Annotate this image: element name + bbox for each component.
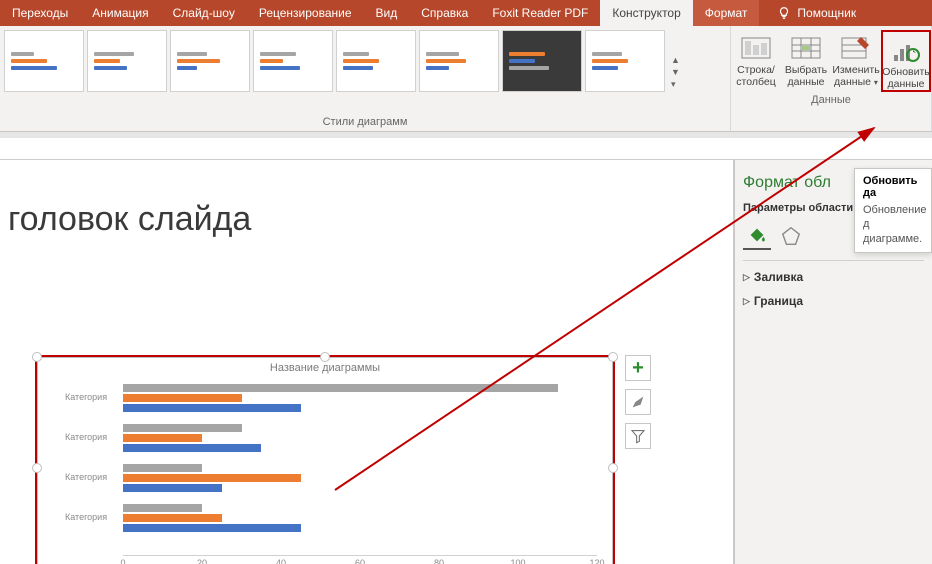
select-data-button[interactable]: Выбратьданные <box>781 30 831 92</box>
group-chart-styles: ▲▼▾ Стили диаграмм <box>0 26 731 131</box>
tab-animation[interactable]: Анимация <box>80 0 160 26</box>
tab-transitions[interactable]: Переходы <box>0 0 80 26</box>
chart-bar[interactable] <box>123 484 222 492</box>
chart-category-label: Категория <box>65 472 107 482</box>
chart-category-row: Категория <box>123 420 597 456</box>
chart-style-thumb[interactable] <box>585 30 665 92</box>
chevron-down-icon: ▾ <box>874 78 878 87</box>
chart-style-thumb[interactable] <box>336 30 416 92</box>
slide-canvas[interactable]: головок слайда Название диаграммы Катего… <box>0 160 734 564</box>
edit-data-icon <box>840 34 872 62</box>
chart-x-tick: 100 <box>510 558 525 564</box>
refresh-data-tooltip: Обновить да Обновление ддиаграмме. <box>854 168 932 253</box>
chart-x-tick: 0 <box>120 558 125 564</box>
styles-gallery-more[interactable]: ▲▼▾ <box>668 30 683 114</box>
chart-styles-button[interactable] <box>625 389 651 415</box>
chart-bar[interactable] <box>123 474 301 482</box>
chart-bar[interactable] <box>123 504 202 512</box>
chart-style-thumb[interactable] <box>4 30 84 92</box>
tab-help[interactable]: Справка <box>409 0 480 26</box>
switch-row-column-button[interactable]: Строка/столбец <box>731 30 781 92</box>
tab-foxit[interactable]: Foxit Reader PDF <box>480 0 600 26</box>
chart-bar[interactable] <box>123 434 202 442</box>
edit-data-button[interactable]: Изменитьданные ▾ <box>831 30 881 92</box>
group-title-data: Данные <box>731 92 931 109</box>
tab-review[interactable]: Рецензирование <box>247 0 364 26</box>
tell-me-helper[interactable]: Помощник <box>765 0 868 26</box>
effects-tab[interactable] <box>777 222 805 250</box>
chart-category-label: Категория <box>65 512 107 522</box>
paint-bucket-icon <box>746 224 768 246</box>
fill-line-tab[interactable] <box>743 222 771 250</box>
lightbulb-icon <box>777 6 791 20</box>
section-fill[interactable]: Заливка <box>743 265 924 289</box>
switch-row-column-icon <box>740 34 772 62</box>
chart-x-tick: 80 <box>434 558 444 564</box>
chart-style-thumb[interactable] <box>87 30 167 92</box>
chart-category-label: Категория <box>65 432 107 442</box>
ribbon-tabs: Переходы Анимация Слайд-шоу Рецензирован… <box>0 0 932 26</box>
chart-bar[interactable] <box>123 444 261 452</box>
group-title-styles: Стили диаграмм <box>0 114 730 131</box>
chart-category-row: Категория <box>123 380 597 416</box>
chart-x-tick: 20 <box>197 558 207 564</box>
tab-designer[interactable]: Конструктор <box>600 0 692 26</box>
tab-slideshow[interactable]: Слайд-шоу <box>161 0 247 26</box>
section-border[interactable]: Граница <box>743 289 924 313</box>
chart-title[interactable]: Название диаграммы <box>38 362 612 374</box>
refresh-data-button[interactable]: Обновитьданные <box>881 30 931 92</box>
funnel-icon <box>630 428 646 444</box>
chart-style-thumb[interactable] <box>502 30 582 92</box>
chart-x-tick: 40 <box>276 558 286 564</box>
group-data: Строка/столбец Выбратьданные Изменитьдан… <box>731 26 932 131</box>
chart-floating-tools: + <box>625 355 651 449</box>
chart-bar[interactable] <box>123 404 301 412</box>
chart-filter-button[interactable] <box>625 423 651 449</box>
tab-format[interactable]: Формат <box>693 0 760 26</box>
refresh-data-icon <box>890 36 922 64</box>
brush-icon <box>630 394 646 410</box>
ribbon: ▲▼▾ Стили диаграмм Строка/столбец Выбрат… <box>0 26 932 132</box>
tab-view[interactable]: Вид <box>364 0 410 26</box>
chart-style-thumb[interactable] <box>170 30 250 92</box>
chart-category-label: Категория <box>65 392 107 402</box>
horizontal-ruler <box>0 138 932 160</box>
chart-bar[interactable] <box>123 464 202 472</box>
slide-title-text[interactable]: головок слайда <box>0 160 733 239</box>
chart-x-tick: 120 <box>589 558 604 564</box>
chart-x-tick: 60 <box>355 558 365 564</box>
pentagon-icon <box>780 225 802 247</box>
chart-bar[interactable] <box>123 384 558 392</box>
chart-style-thumb[interactable] <box>253 30 333 92</box>
chart-category-row: Категория <box>123 500 597 536</box>
chart-object[interactable]: Название диаграммы Категория Категория Кат… <box>35 355 615 564</box>
chart-styles-gallery: ▲▼▾ <box>0 26 730 114</box>
chart-category-row: Категория <box>123 460 597 496</box>
chart-bar[interactable] <box>123 424 242 432</box>
chart-style-thumb[interactable] <box>419 30 499 92</box>
chart-add-element-button[interactable]: + <box>625 355 651 381</box>
select-data-icon <box>790 34 822 62</box>
chart-bar[interactable] <box>123 524 301 532</box>
chart-bar[interactable] <box>123 394 242 402</box>
chart-bar[interactable] <box>123 514 222 522</box>
